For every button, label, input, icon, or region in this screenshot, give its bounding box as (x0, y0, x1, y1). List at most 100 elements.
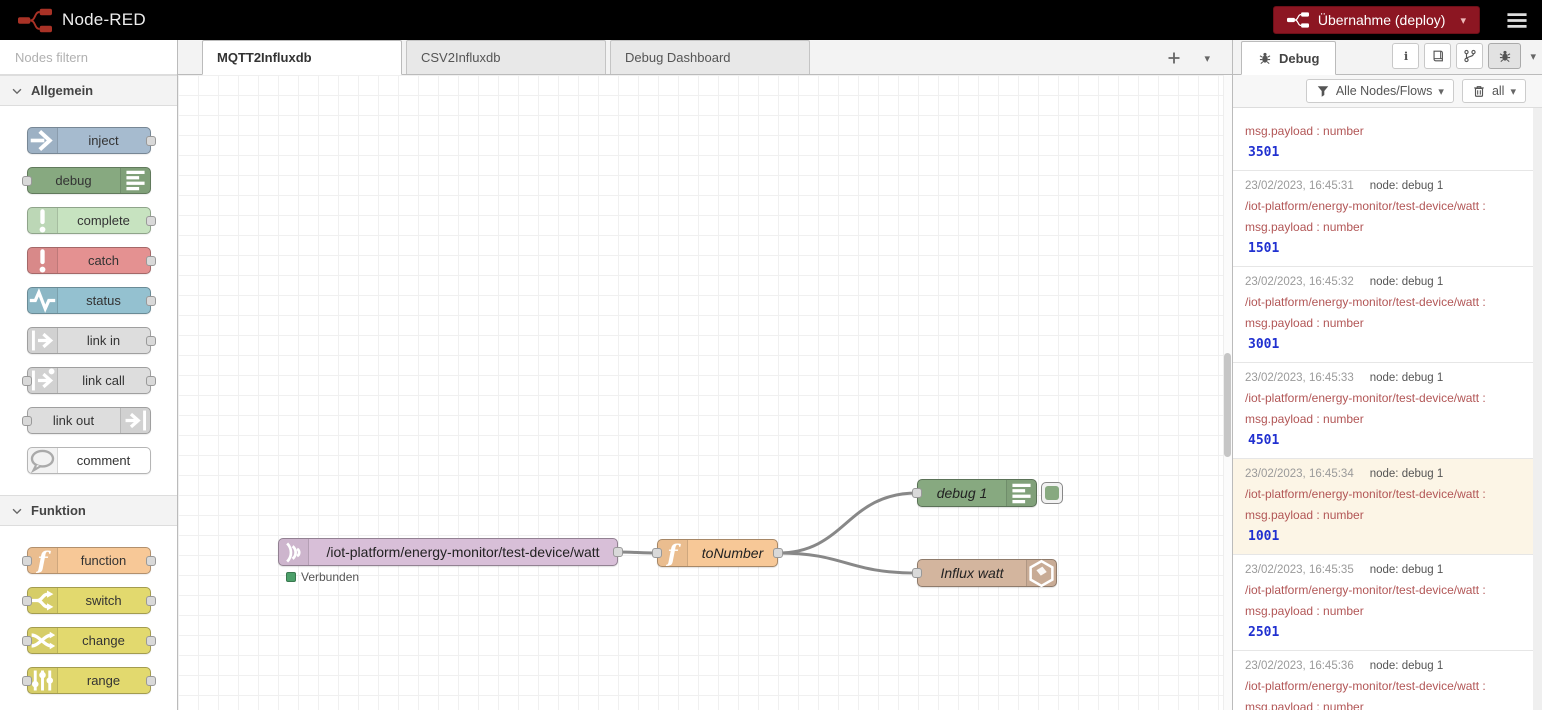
palette-row: switch (0, 587, 177, 614)
debug-message-meta: 23/02/2023, 16:45:32node: debug 1 (1245, 276, 1521, 288)
node-output-port[interactable] (773, 548, 783, 558)
palette-section-header[interactable]: Allgemein (0, 75, 177, 106)
chevron-down-icon (10, 84, 24, 98)
debug-payload-type: msg.payload : number (1245, 604, 1521, 618)
flow-node-mqtt-in[interactable]: /iot-platform/energy-monitor/test-device… (278, 538, 618, 566)
flow-node-debug-1[interactable]: debug 1 (917, 479, 1037, 507)
debug-payload-type: msg.payload : number (1245, 316, 1521, 330)
flow-list-caret-icon[interactable]: ▾ (1204, 52, 1210, 65)
link-in-icon (28, 328, 58, 353)
palette-node-label: catch (58, 253, 150, 268)
palette-node-complete[interactable]: complete (27, 207, 151, 234)
debug-node-label: debug 1 (918, 485, 1006, 501)
funnel-icon (1316, 84, 1330, 98)
deploy-button[interactable]: Übernahme (deploy) ▾ (1273, 6, 1480, 34)
debug-message[interactable]: 23/02/2023, 16:45:36node: debug 1/iot-pl… (1233, 651, 1533, 710)
debug-sidebar: Debug i ▾ Alle Nodes/Flows ▾ all ▾ (1232, 40, 1542, 710)
node-output-port[interactable] (613, 547, 623, 557)
node-input-port[interactable] (912, 568, 922, 578)
debug-message[interactable]: 23/02/2023, 16:45:31node: debug 1/iot-pl… (1233, 171, 1533, 267)
node-port (146, 136, 156, 146)
status-connected-dot (286, 572, 296, 582)
canvas-scrollbar-thumb[interactable] (1224, 353, 1231, 457)
mqtt-signal-icon (279, 539, 309, 565)
palette-node-range[interactable]: range (27, 667, 151, 694)
node-port (22, 676, 32, 686)
node-port (146, 296, 156, 306)
debug-message[interactable]: msg.payload : number3501 (1233, 108, 1533, 171)
debug-message[interactable]: 23/02/2023, 16:45:34node: debug 1/iot-pl… (1233, 459, 1533, 555)
flow-node-tonumber[interactable]: f toNumber (657, 539, 778, 567)
debug-topic: /iot-platform/energy-monitor/test-device… (1245, 295, 1521, 309)
debug-filter-button[interactable]: Alle Nodes/Flows ▾ (1306, 79, 1454, 103)
node-port (146, 556, 156, 566)
debug-enable-toggle[interactable] (1041, 482, 1063, 504)
debug-payload-type: msg.payload : number (1245, 700, 1521, 710)
deploy-caret-icon[interactable]: ▾ (1460, 14, 1466, 27)
debug-source-node: node: debug 1 (1370, 180, 1444, 192)
palette-node-function[interactable]: ffunction (27, 547, 151, 574)
palette-section-header[interactable]: Funktion (0, 495, 177, 526)
node-port (22, 596, 32, 606)
help-panel-button[interactable] (1424, 43, 1451, 69)
debug-clear-button[interactable]: all ▾ (1462, 79, 1526, 103)
range-icon (28, 668, 58, 693)
debug-payload-value: 4501 (1245, 433, 1521, 448)
palette-node-link-out[interactable]: link out (27, 407, 151, 434)
palette-search-input[interactable] (15, 50, 178, 65)
add-flow-button[interactable] (1166, 50, 1182, 66)
palette-node-inject[interactable]: inject (27, 127, 151, 154)
debug-message[interactable]: 23/02/2023, 16:45:33node: debug 1/iot-pl… (1233, 363, 1533, 459)
palette-node-label: function (58, 553, 150, 568)
debug-message-list[interactable]: msg.payload : number350123/02/2023, 16:4… (1233, 108, 1542, 710)
tab-mqtt2influxdb[interactable]: MQTT2Influxdb (202, 40, 402, 75)
palette-node-switch[interactable]: switch (27, 587, 151, 614)
info-panel-button[interactable]: i (1392, 43, 1419, 69)
debug-timestamp: 23/02/2023, 16:45:36 (1245, 660, 1354, 672)
flow-workspace: MQTT2Influxdb CSV2Influxdb Debug Dashboa… (178, 40, 1232, 710)
palette-node-link-in[interactable]: link in (27, 327, 151, 354)
palette-node-link-call[interactable]: link call (27, 367, 151, 394)
exclamation-icon (28, 248, 58, 273)
debug-message[interactable]: 23/02/2023, 16:45:35node: debug 1/iot-pl… (1233, 555, 1533, 651)
sidebar-options-caret-icon[interactable]: ▾ (1530, 50, 1536, 63)
palette-node-comment[interactable]: comment (27, 447, 151, 474)
sidebar-tabbar: Debug i ▾ (1233, 40, 1542, 75)
palette-row: debug (0, 167, 177, 194)
node-port (146, 376, 156, 386)
debug-scrollbar-track[interactable] (1533, 108, 1542, 710)
flow-canvas[interactable]: /iot-platform/energy-monitor/test-device… (178, 75, 1232, 710)
function-node-label: toNumber (688, 545, 777, 561)
debug-topic: /iot-platform/energy-monitor/test-device… (1245, 199, 1521, 213)
node-input-port[interactable] (652, 548, 662, 558)
palette-node-change[interactable]: change (27, 627, 151, 654)
hamburger-menu-icon[interactable] (1506, 12, 1528, 29)
palette-node-status[interactable]: status (27, 287, 151, 314)
svg-text:f: f (665, 539, 681, 567)
debug-message-meta: 23/02/2023, 16:45:35node: debug 1 (1245, 564, 1521, 576)
book-icon (1431, 49, 1445, 63)
debug-message-meta: 23/02/2023, 16:45:36node: debug 1 (1245, 660, 1521, 672)
comment-bubble-icon (28, 448, 58, 473)
tab-label: Debug Dashboard (625, 50, 731, 65)
tab-debug-panel[interactable]: Debug (1241, 41, 1336, 75)
tab-csv2influxdb[interactable]: CSV2Influxdb (406, 40, 606, 74)
app-title: Node-RED (62, 10, 146, 30)
debug-message[interactable]: 23/02/2023, 16:45:32node: debug 1/iot-pl… (1233, 267, 1533, 363)
debug-payload-value: 1001 (1245, 529, 1521, 544)
palette-node-debug[interactable]: debug (27, 167, 151, 194)
node-input-port[interactable] (912, 488, 922, 498)
flow-node-influx-watt[interactable]: Influx watt (917, 559, 1057, 587)
debug-toolbar: Alle Nodes/Flows ▾ all ▾ (1233, 75, 1542, 108)
palette-search[interactable] (0, 40, 177, 75)
tab-debug-dashboard[interactable]: Debug Dashboard (610, 40, 810, 74)
debug-source-node: node: debug 1 (1370, 468, 1444, 480)
node-port (22, 636, 32, 646)
debug-message-meta: 23/02/2023, 16:45:31node: debug 1 (1245, 180, 1521, 192)
debug-list-icon (1006, 480, 1036, 506)
node-red-logo-icon (18, 8, 52, 33)
palette-node-catch[interactable]: catch (27, 247, 151, 274)
debug-panel-button[interactable] (1488, 43, 1521, 69)
node-port (146, 676, 156, 686)
config-nodes-button[interactable] (1456, 43, 1483, 69)
